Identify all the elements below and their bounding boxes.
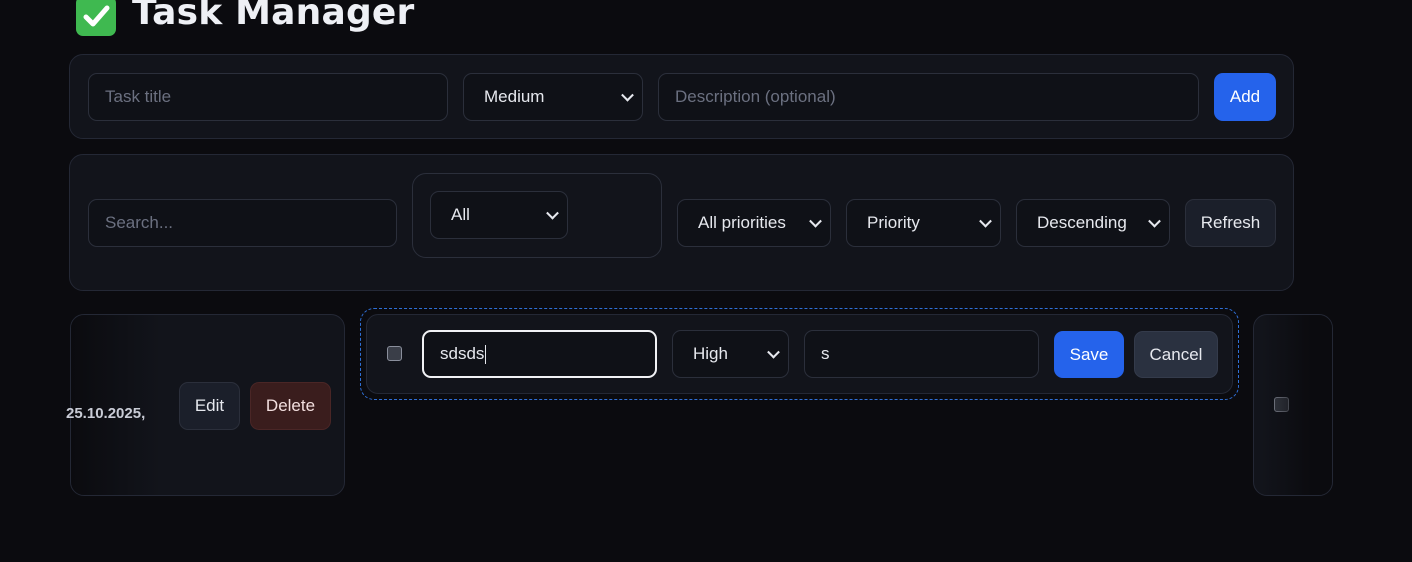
priority-filter-value: All priorities xyxy=(698,213,786,232)
task-date: 25.10.2025, xyxy=(66,405,146,422)
add-button[interactable]: Add xyxy=(1214,73,1276,121)
priority-select[interactable]: Medium xyxy=(463,73,643,121)
sort-by-value: Priority xyxy=(867,213,920,232)
edit-title-input[interactable]: sdsds xyxy=(422,330,657,378)
task-complete-checkbox[interactable] xyxy=(387,346,402,361)
page-title: Task Manager xyxy=(76,0,415,36)
refresh-button[interactable]: Refresh xyxy=(1185,199,1276,247)
status-filter-group: All xyxy=(412,173,662,258)
sort-order-select[interactable]: Descending xyxy=(1016,199,1170,247)
edit-description-value: s xyxy=(821,344,830,363)
edit-title-value: sdsds xyxy=(440,344,485,363)
sort-order-value: Descending xyxy=(1037,213,1127,232)
text-caret xyxy=(485,344,487,364)
search-placeholder: Search... xyxy=(105,213,174,232)
editing-task-card: sdsds High s Save Cancel xyxy=(366,314,1233,394)
delete-button[interactable]: Delete xyxy=(250,382,331,430)
priority-select-value: Medium xyxy=(484,87,545,106)
status-filter-value: All xyxy=(451,205,470,224)
edit-description-input[interactable]: s xyxy=(804,330,1039,378)
status-filter-select[interactable]: All xyxy=(430,191,568,239)
card-fade-overlay-right xyxy=(1262,315,1332,495)
description-placeholder: Description (optional) xyxy=(675,87,836,106)
edit-button[interactable]: Edit xyxy=(179,382,240,430)
sort-by-select[interactable]: Priority xyxy=(846,199,1001,247)
task-title-placeholder: Task title xyxy=(105,87,172,106)
search-input[interactable]: Search... xyxy=(88,199,397,247)
filter-panel: Search... All All priorities Priority De… xyxy=(69,154,1294,291)
cancel-button[interactable]: Cancel xyxy=(1134,331,1218,378)
description-input[interactable]: Description (optional) xyxy=(658,73,1199,121)
edit-priority-value: High xyxy=(693,344,728,363)
check-mark-button-icon xyxy=(76,0,116,36)
add-task-panel: Task title Medium Description (optional)… xyxy=(69,54,1294,139)
task-manager-page: Task Manager Task title Medium Descripti… xyxy=(0,0,1412,562)
priority-filter-select[interactable]: All priorities xyxy=(677,199,831,247)
page-title-text: Task Manager xyxy=(132,0,415,33)
task-title-input[interactable]: Task title xyxy=(88,73,448,121)
edit-priority-select[interactable]: High xyxy=(672,330,789,378)
task-card-right xyxy=(1253,314,1333,496)
save-button[interactable]: Save xyxy=(1054,331,1124,378)
